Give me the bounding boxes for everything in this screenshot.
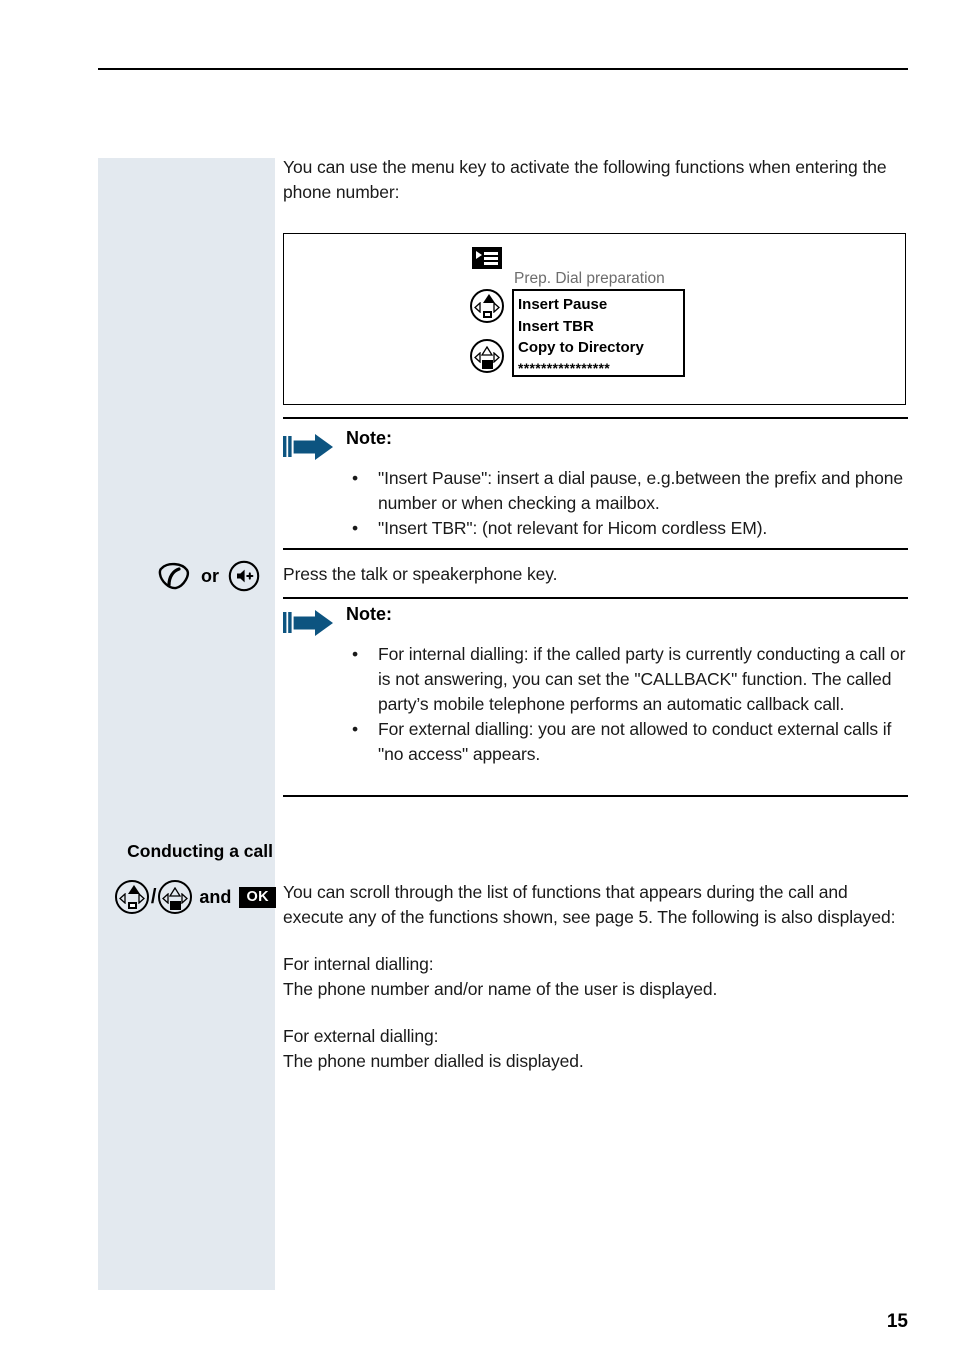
note-bullet-list: • For internal dialling: if the called p… — [346, 642, 908, 767]
note-title: Note: — [346, 604, 392, 624]
external-dialling-text: The phone number dialled is displayed. — [283, 1051, 584, 1071]
note-title: Note: — [346, 428, 392, 448]
press-key-instruction: Press the talk or speakerphone key. — [283, 564, 558, 584]
conducting-a-call-body: You can scroll through the list of funct… — [283, 880, 908, 1074]
note-bullet-list: • "Insert Pause": insert a dial pause, e… — [346, 466, 908, 541]
nav-left-arrow-outline — [118, 891, 126, 905]
note-bullet-text: "Insert Pause": insert a dial pause, e.g… — [378, 468, 904, 513]
nav-bottom-square-filled — [482, 360, 493, 369]
menu-key-line — [484, 252, 498, 255]
display-menu-list: Insert Pause Insert TBR Copy to Director… — [512, 289, 685, 377]
margin-column: or Conducting a call / and OK — [98, 158, 276, 1290]
nav-right-arrow-outline — [493, 300, 500, 314]
talk-key-icon[interactable] — [158, 561, 192, 591]
menu-key-line — [484, 257, 498, 260]
ok-key-button[interactable]: OK — [239, 886, 276, 908]
bullet-glyph: • — [352, 468, 359, 488]
display-masked-line: **************** — [518, 359, 610, 376]
note-bullet-text: For external dialling: you are not allow… — [378, 719, 892, 764]
separator-rule — [283, 548, 908, 550]
document-page: or Conducting a call / and OK You can us… — [0, 0, 954, 1352]
display-menu-item: Insert Pause — [518, 296, 608, 313]
page-number: 15 — [886, 1311, 908, 1332]
note-bullet-item: • For internal dialling: if the called p… — [346, 642, 908, 717]
bullet-glyph: • — [352, 719, 359, 739]
separator-rule — [283, 795, 908, 797]
intro-paragraph: You can use the menu key to activate the… — [283, 157, 887, 202]
nav-right-arrow-outline — [493, 350, 500, 364]
menu-key-line — [484, 262, 498, 265]
nav-up-arrow-outline — [169, 884, 182, 897]
or-label: or — [201, 565, 219, 586]
display-menu-item: Insert TBR — [518, 317, 594, 335]
separator-rule — [283, 417, 908, 419]
nav-left-arrow-outline — [474, 350, 481, 364]
menu-key-icon — [472, 247, 502, 269]
display-illustration-box: Prep. Dial preparation Insert Pause Inse… — [283, 233, 906, 405]
nav-left-arrow-outline — [162, 891, 170, 905]
nav-right-arrow-outline — [181, 891, 189, 905]
nav-left-arrow-outline — [474, 300, 481, 314]
press-key-instruction-block: Press the talk or speakerphone key. — [283, 562, 908, 587]
separator-rule — [283, 597, 908, 599]
intro-block: You can use the menu key to activate the… — [283, 155, 908, 205]
bullet-glyph: • — [352, 518, 359, 538]
internal-dialling-text: The phone number and/or name of the user… — [283, 979, 718, 999]
navigation-keys-and-ok-row: / and OK — [106, 880, 276, 914]
note-arrow-icon — [283, 432, 335, 462]
navigation-key-up-icon[interactable] — [114, 880, 149, 914]
and-label: and — [199, 886, 232, 907]
navigation-key-down-icon — [470, 339, 504, 373]
speakerphone-key-icon[interactable] — [228, 560, 260, 592]
note-bullet-text: "Insert TBR": (not relevant for Hicom co… — [378, 518, 768, 538]
nav-keys-separator: / — [150, 885, 157, 908]
bullet-glyph: • — [352, 644, 359, 664]
nav-bottom-square-filled — [170, 901, 182, 910]
header-rule — [98, 68, 908, 70]
display-menu-item: Copy to Directory — [518, 339, 644, 356]
note-arrow-icon — [283, 608, 335, 638]
note-bullet-item: • For external dialling: you are not all… — [346, 717, 908, 767]
nav-bottom-square-outline — [127, 902, 137, 909]
external-dialling-heading: For external dialling: — [283, 1026, 439, 1046]
conducting-paragraph: You can scroll through the list of funct… — [283, 882, 896, 927]
margin-column-inner: or Conducting a call / and OK — [98, 158, 276, 1290]
margin-heading-conducting-a-call: Conducting a call — [127, 841, 273, 861]
internal-dialling-heading: For internal dialling: — [283, 954, 434, 974]
talk-or-speakerphone-row: or — [158, 560, 260, 592]
note-bullet-item: • "Insert Pause": insert a dial pause, e… — [346, 466, 908, 516]
navigation-key-up-icon — [470, 289, 504, 323]
menu-key-arrow-glyph — [476, 251, 482, 259]
nav-bottom-square-outline — [483, 311, 492, 318]
note-bullet-text: For internal dialling: if the called par… — [378, 644, 906, 714]
note-bullet-item: • "Insert TBR": (not relevant for Hicom … — [346, 516, 908, 541]
navigation-key-down-icon[interactable] — [158, 880, 193, 914]
nav-up-arrow-outline — [480, 343, 494, 356]
nav-right-arrow-outline — [138, 891, 145, 905]
display-caption: Prep. Dial preparation — [514, 270, 665, 287]
